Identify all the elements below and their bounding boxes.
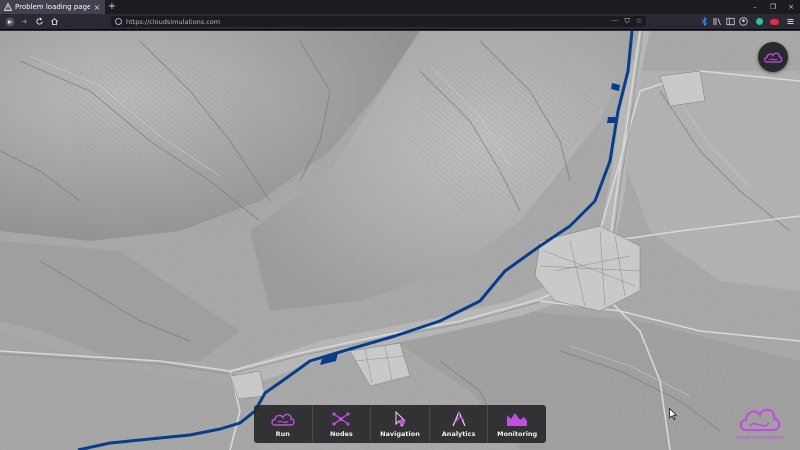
tab-title: Problem loading page <box>15 3 90 11</box>
monitoring-icon <box>504 411 530 427</box>
map-viewport[interactable]: Run Nodes Navigation Analytics Monitorin… <box>0 31 800 450</box>
toolbar-extensions <box>700 17 797 26</box>
mouse-cursor-icon <box>669 408 677 420</box>
browser-nav-bar: https://cloudsimulations.com ··· ⛉ ☆ <box>0 14 800 30</box>
nodes-button[interactable]: Nodes <box>313 405 372 443</box>
bottom-toolbar: Run Nodes Navigation Analytics Monitorin… <box>254 405 546 443</box>
navigation-label: Navigation <box>380 429 420 438</box>
nodes-label: Nodes <box>329 429 353 438</box>
run-button[interactable]: Run <box>254 405 313 443</box>
run-label: Run <box>275 429 290 438</box>
monitoring-button[interactable]: Monitoring <box>488 405 546 443</box>
tab-close-icon[interactable]: × <box>93 3 101 12</box>
terrain-map[interactable] <box>0 31 800 450</box>
cloud-logo-icon <box>764 52 783 63</box>
menu-icon[interactable] <box>783 17 797 26</box>
account-icon[interactable] <box>739 17 748 26</box>
url-bar[interactable]: https://cloudsimulations.com ··· ⛉ ☆ <box>111 16 646 27</box>
forward-icon[interactable] <box>18 15 31 28</box>
bluetooth-extension-icon[interactable] <box>700 17 709 26</box>
extension-green-icon[interactable] <box>752 17 766 26</box>
minimize-icon[interactable]: – <box>746 0 764 14</box>
warning-icon <box>4 3 12 11</box>
url-actions: ··· ⛉ ☆ <box>612 17 642 26</box>
analytics-button[interactable]: Analytics <box>430 405 489 443</box>
navigation-button[interactable]: Navigation <box>371 405 430 443</box>
url-text[interactable]: https://cloudsimulations.com <box>126 18 608 26</box>
close-window-icon[interactable]: × <box>782 0 800 14</box>
maximize-icon[interactable]: ❐ <box>764 0 782 14</box>
cloud-run-icon <box>270 411 296 427</box>
new-tab-button[interactable]: + <box>105 0 119 14</box>
library-icon[interactable] <box>713 17 722 26</box>
analytics-label: Analytics <box>441 429 476 438</box>
site-info-icon[interactable] <box>115 18 122 25</box>
monitoring-label: Monitoring <box>497 429 538 438</box>
cloud-logo-icon <box>739 408 781 432</box>
bookmark-star-icon[interactable]: ☆ <box>636 17 642 26</box>
window-controls: – ❐ × <box>746 0 800 14</box>
navigation-icon <box>387 410 413 427</box>
extension-red-icon[interactable] <box>770 17 779 26</box>
back-icon[interactable] <box>3 15 16 28</box>
browser-tab-strip: Problem loading page × + – ❐ × <box>0 0 800 14</box>
brand-name: cloud simulations <box>735 435 785 441</box>
brand-logo: cloud simulations <box>734 402 786 446</box>
nodes-icon <box>328 411 354 427</box>
pocket-icon[interactable]: ⛉ <box>624 17 629 26</box>
home-icon[interactable] <box>48 15 61 28</box>
page-actions-icon[interactable]: ··· <box>612 17 619 26</box>
reload-icon[interactable] <box>33 15 46 28</box>
browser-tab[interactable]: Problem loading page × <box>0 0 105 14</box>
sidebar-icon[interactable] <box>726 17 735 26</box>
analytics-icon <box>446 411 472 427</box>
cloud-logo-button[interactable] <box>758 42 788 72</box>
